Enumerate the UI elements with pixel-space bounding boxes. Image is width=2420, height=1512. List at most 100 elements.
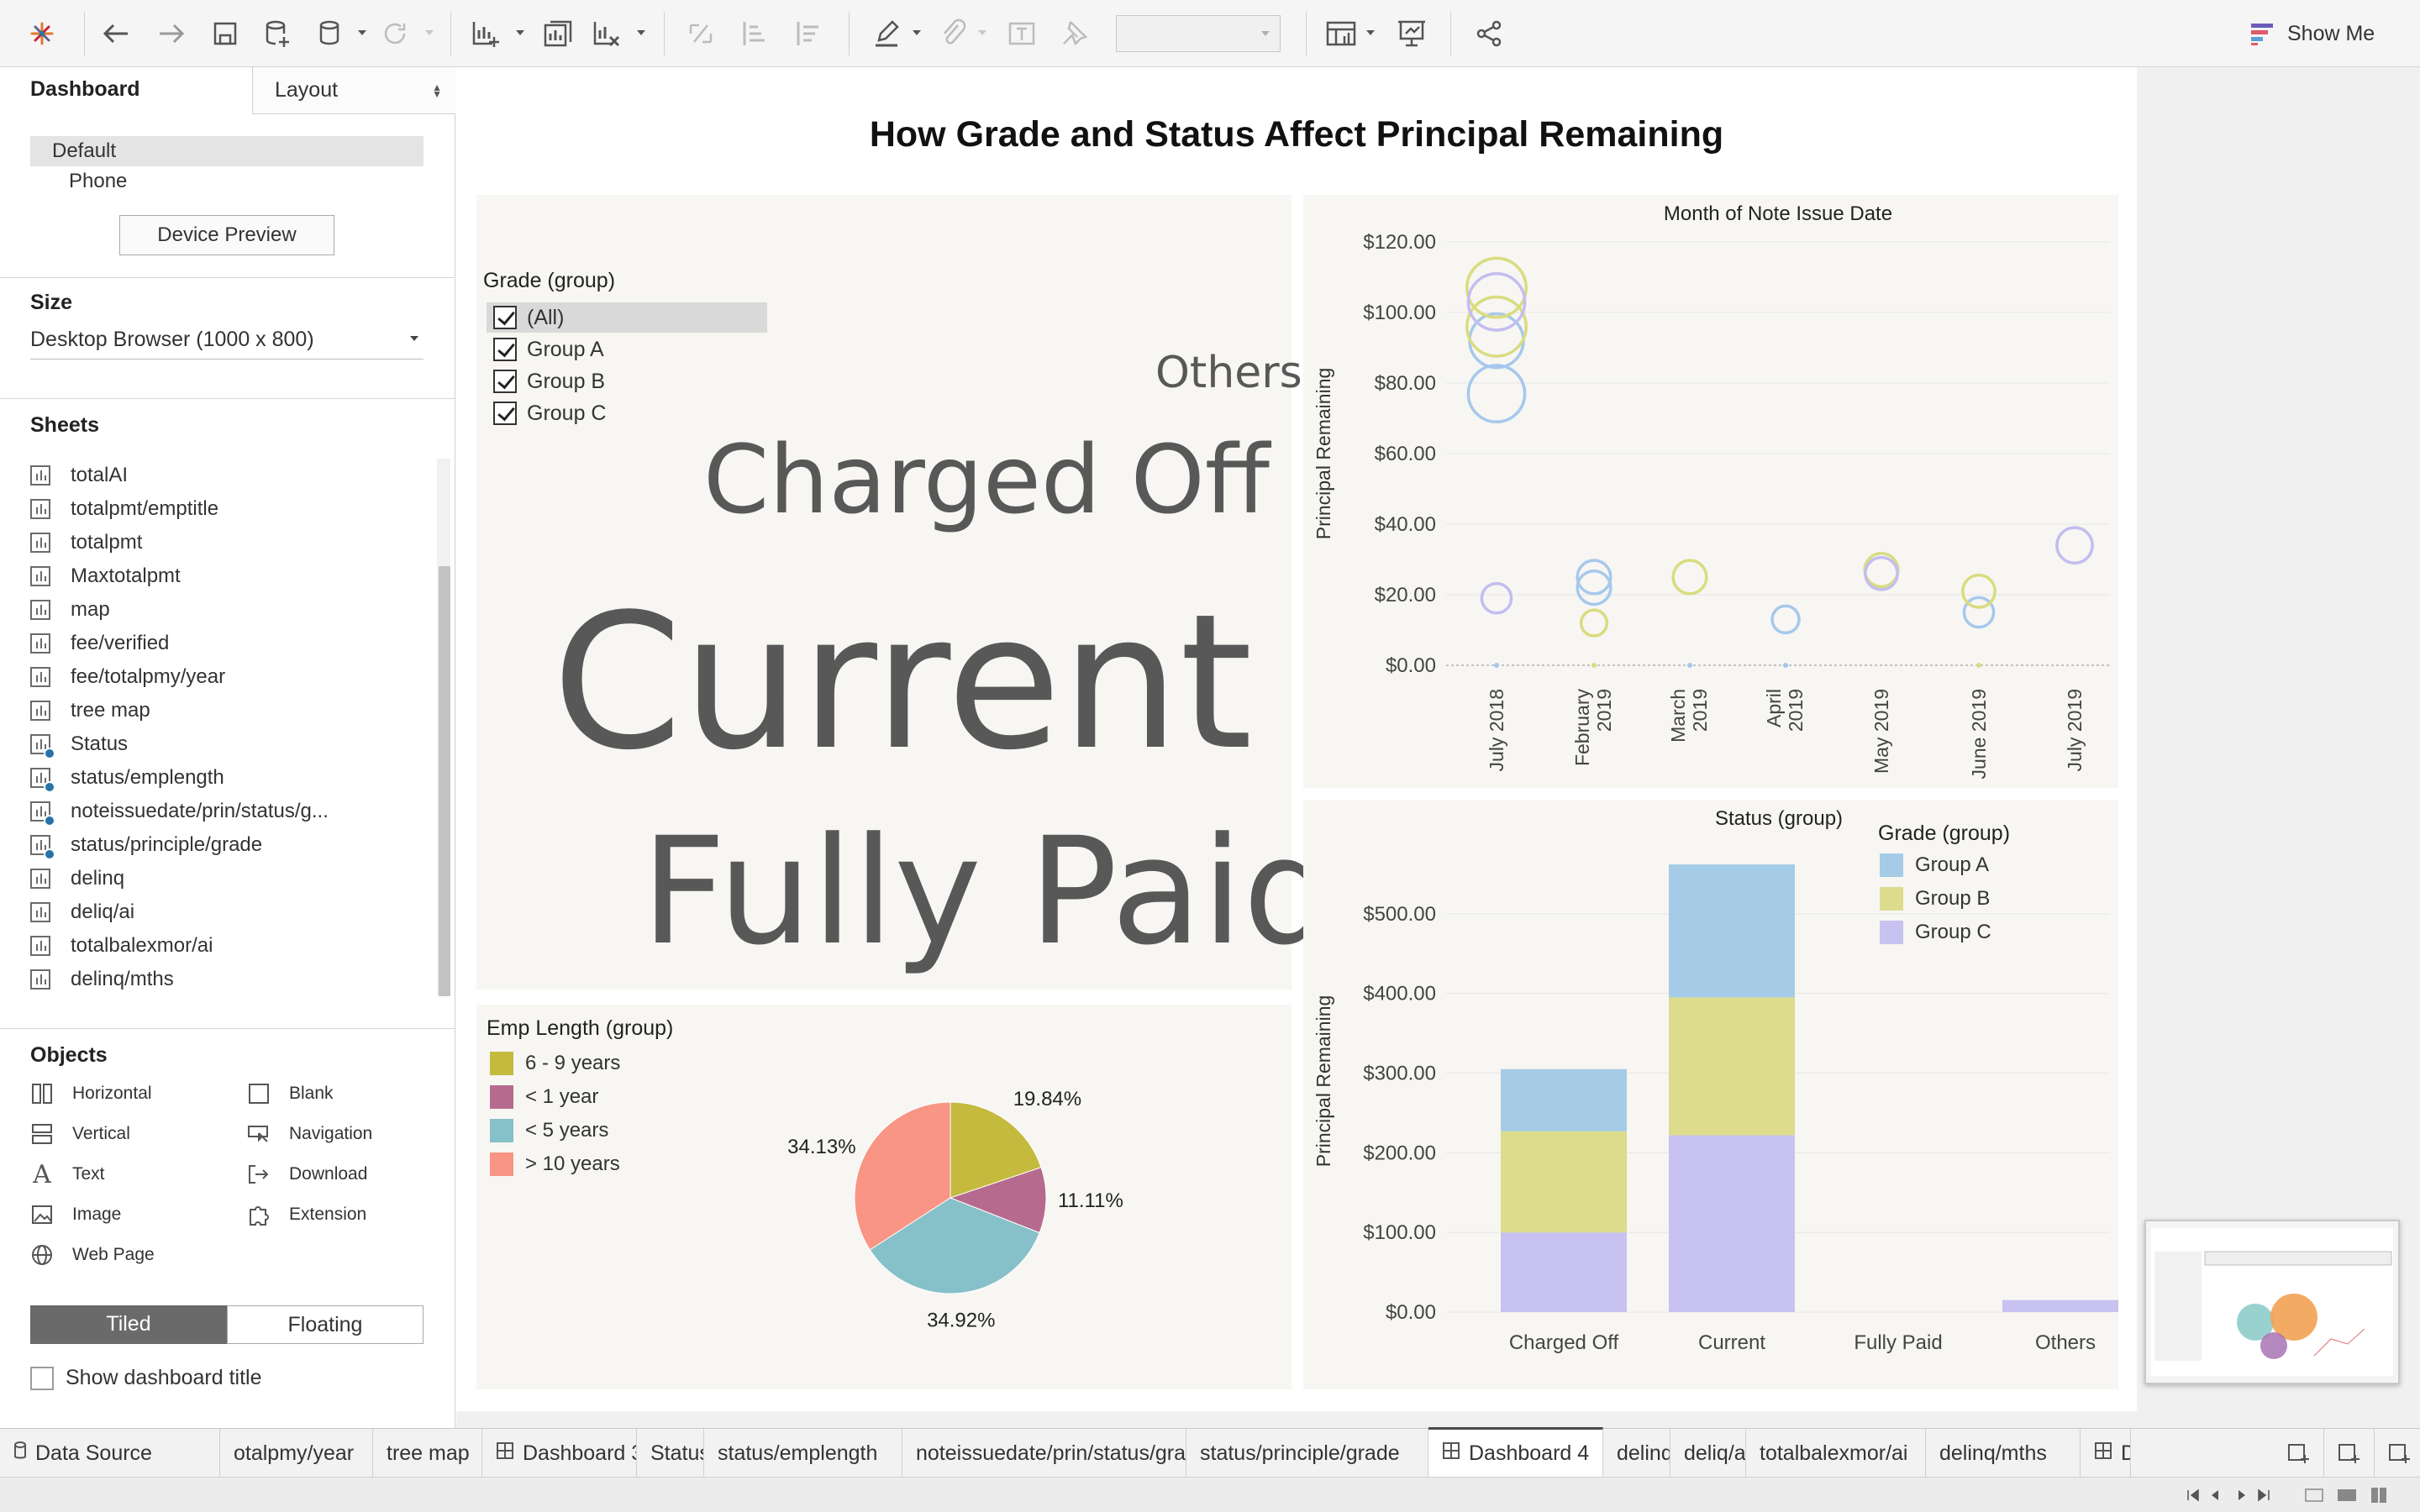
- sheet-item[interactable]: Maxtotalpmt: [30, 559, 434, 593]
- pie-data-label: 11.11%: [1058, 1189, 1123, 1212]
- object-vertical[interactable]: Vertical: [30, 1122, 130, 1146]
- sheet-tab[interactable]: Dashboard 3: [482, 1429, 637, 1478]
- sheet-item[interactable]: totalbalexmor/ai: [30, 929, 434, 963]
- sheet-tab[interactable]: delinq/mths: [1926, 1429, 2081, 1478]
- show-cards-icon[interactable]: [1323, 15, 1360, 52]
- object-image[interactable]: Image: [30, 1203, 121, 1226]
- sheet-item[interactable]: Status: [30, 727, 434, 761]
- sort-descending-icon[interactable]: [790, 15, 827, 52]
- highlight-icon[interactable]: [869, 15, 906, 52]
- sheet-navigation-arrows-icon[interactable]: [2181, 1483, 2282, 1508]
- sheet-item[interactable]: deliq/ai: [30, 895, 434, 929]
- sheet-item[interactable]: totalAI: [30, 459, 434, 492]
- share-icon[interactable]: [1470, 15, 1507, 52]
- new-dashboard-tab-icon[interactable]: [2324, 1429, 2375, 1478]
- clear-sheet-icon[interactable]: [588, 15, 625, 52]
- undo-icon[interactable]: [97, 15, 134, 52]
- sheet-item-label: delinq/mths: [71, 968, 174, 990]
- sheet-item[interactable]: fee/verified: [30, 627, 434, 660]
- device-default[interactable]: Default: [30, 136, 424, 166]
- status-word-fully-paid[interactable]: Fully Paid: [641, 818, 1337, 966]
- grade-legend-item[interactable]: Group B: [1880, 887, 1990, 911]
- sheet-item[interactable]: status/principle/grade: [30, 828, 434, 862]
- object-navigation[interactable]: Navigation: [247, 1122, 372, 1146]
- sheet-item[interactable]: noteissuedate/prin/status/g...: [30, 795, 434, 828]
- swap-rows-columns-icon[interactable]: [682, 15, 719, 52]
- object-blank[interactable]: Blank: [247, 1082, 334, 1105]
- grade-filter-group-a[interactable]: Group A: [487, 334, 767, 365]
- device-phone[interactable]: Phone: [30, 166, 424, 197]
- sheet-item[interactable]: totalpmt: [30, 526, 434, 559]
- navigation-icon: [247, 1122, 271, 1146]
- new-worksheet-icon[interactable]: [467, 15, 504, 52]
- x-tick-label: February 2019: [1571, 689, 1615, 767]
- sheet-tab[interactable]: Status: [637, 1429, 704, 1478]
- new-story-tab-icon[interactable]: [2375, 1429, 2420, 1478]
- show-dashboard-title-checkbox[interactable]: Show dashboard title: [30, 1366, 261, 1390]
- show-me-button[interactable]: Show Me: [2250, 17, 2375, 50]
- sheet-item[interactable]: totalpmt/emptitle: [30, 492, 434, 526]
- grade-filter-group-b[interactable]: Group B: [487, 366, 767, 396]
- status-word-charged-off[interactable]: Charged Off: [703, 433, 1270, 528]
- tab-dashboard[interactable]: Dashboard: [0, 67, 252, 116]
- dashboard-title: How Grade and Status Affect Principal Re…: [869, 114, 1724, 155]
- status-word-others[interactable]: Others: [1155, 351, 1302, 395]
- fix-axes-pin-icon[interactable]: [1055, 15, 1092, 52]
- refresh-icon[interactable]: [376, 15, 413, 52]
- sheet-item[interactable]: tree map: [30, 694, 434, 727]
- grade-legend-item[interactable]: Group A: [1880, 853, 1989, 877]
- emp-legend-item[interactable]: < 5 years: [490, 1119, 608, 1142]
- sheet-item-label: totalAI: [71, 464, 129, 486]
- object-web-page[interactable]: Web Page: [30, 1243, 155, 1267]
- sheet-tab[interactable]: delinq: [1603, 1429, 1670, 1478]
- tableau-logo-icon[interactable]: [24, 15, 60, 52]
- object-download[interactable]: Download: [247, 1163, 367, 1186]
- emp-legend-item[interactable]: < 1 year: [490, 1085, 598, 1109]
- sheet-tab[interactable]: Das: [2081, 1429, 2131, 1478]
- sheet-tab[interactable]: Dashboard 4: [1428, 1427, 1603, 1478]
- size-dropdown[interactable]: Desktop Browser (1000 x 800): [30, 324, 424, 360]
- sheet-tab[interactable]: deliq/ai: [1670, 1429, 1746, 1478]
- sheet-tab[interactable]: status/emplength: [704, 1429, 902, 1478]
- dashboard-thumbnail-preview[interactable]: [2144, 1220, 2400, 1384]
- grade-filter-all[interactable]: (All): [487, 302, 767, 333]
- sheet-item[interactable]: fee/totalpmy/year: [30, 660, 434, 694]
- new-data-source-icon[interactable]: [259, 15, 296, 52]
- sheet-tab[interactable]: totalbalexmor/ai: [1746, 1429, 1926, 1478]
- device-preview-button[interactable]: Device Preview: [119, 215, 334, 255]
- sheet-tab[interactable]: otalpmy/year: [220, 1429, 373, 1478]
- sheet-tab[interactable]: status/principle/grade: [1186, 1429, 1428, 1478]
- emp-legend-item[interactable]: > 10 years: [490, 1152, 620, 1176]
- view-mode-icons[interactable]: [2302, 1483, 2403, 1508]
- presentation-mode-icon[interactable]: [1393, 15, 1430, 52]
- fit-dropdown[interactable]: [1116, 15, 1281, 52]
- new-worksheet-tab-icon[interactable]: [2274, 1429, 2324, 1478]
- object-horizontal[interactable]: Horizontal: [30, 1082, 152, 1105]
- sort-ascending-icon[interactable]: [736, 15, 773, 52]
- object-extension[interactable]: Extension: [247, 1203, 366, 1226]
- duplicate-sheet-icon[interactable]: [539, 15, 576, 52]
- sheet-tab[interactable]: Data Source: [0, 1429, 220, 1478]
- floating-toggle[interactable]: Floating: [227, 1305, 424, 1344]
- status-word-current[interactable]: Current: [552, 590, 1253, 776]
- emp-legend-item[interactable]: 6 - 9 years: [490, 1052, 620, 1075]
- tab-layout[interactable]: Layout ▲ ▼: [252, 67, 455, 114]
- sheet-item-label: totalpmt: [71, 531, 143, 554]
- show-mark-labels-icon[interactable]: [1003, 15, 1040, 52]
- group-members-icon[interactable]: [934, 15, 971, 52]
- object-text[interactable]: A Text: [30, 1160, 104, 1189]
- sheet-item[interactable]: status/emplength: [30, 761, 434, 795]
- save-icon[interactable]: [207, 15, 244, 52]
- sheet-item[interactable]: map: [30, 593, 434, 627]
- sheet-list-scroll-thumb[interactable]: [439, 566, 450, 996]
- sheet-tab[interactable]: noteissuedate/prin/status/grade: [902, 1429, 1186, 1478]
- sheet-item-label: totalpmt/emptitle: [71, 497, 219, 520]
- sheet-item[interactable]: delinq/mths: [30, 963, 434, 996]
- sheet-item[interactable]: delinq: [30, 862, 434, 895]
- redo-icon[interactable]: [153, 15, 190, 52]
- sheet-tab[interactable]: tree map: [373, 1429, 482, 1478]
- tiled-toggle[interactable]: Tiled: [30, 1305, 227, 1344]
- grade-filter-group-c[interactable]: Group C: [487, 398, 767, 428]
- data-source-menu-icon[interactable]: [313, 15, 350, 52]
- grade-legend-item[interactable]: Group C: [1880, 921, 1991, 944]
